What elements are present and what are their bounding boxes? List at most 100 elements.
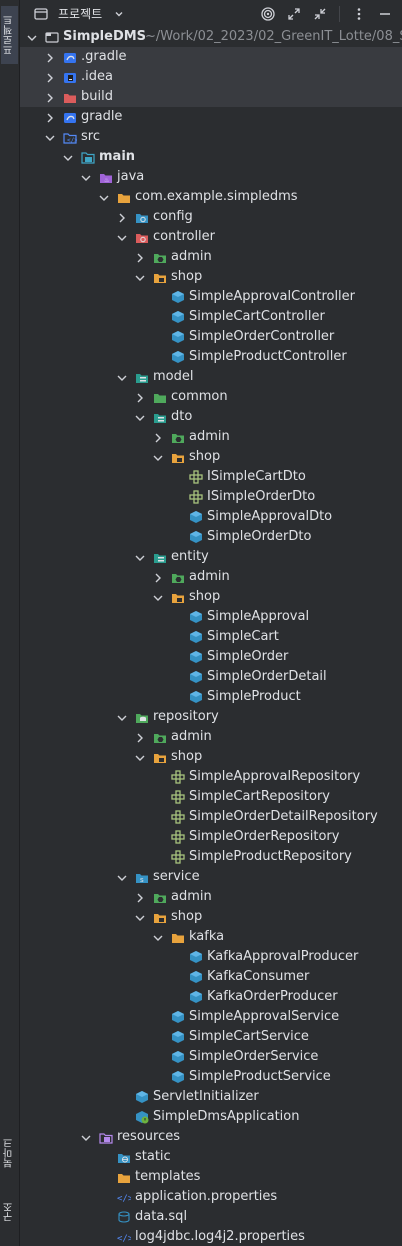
tree-row[interactable]: .idea <box>20 67 402 87</box>
chevron-down-icon[interactable] <box>152 451 164 463</box>
chevron-down-icon[interactable] <box>80 171 92 183</box>
tree-row[interactable]: ServletInitializer <box>20 1087 402 1107</box>
tree-row[interactable]: SimpleOrderController <box>20 327 402 347</box>
chevron-right-icon[interactable] <box>134 251 146 263</box>
tree-row[interactable]: dto <box>20 407 402 427</box>
tree-row[interactable]: SimpleDMS ~/Work/02_2023/02_GreenIT_Lott… <box>20 27 402 47</box>
chevron-down-icon[interactable] <box>152 591 164 603</box>
tree-row[interactable]: SimpleApprovalDto <box>20 507 402 527</box>
tree-row[interactable]: main <box>20 147 402 167</box>
chevron-right-icon[interactable] <box>44 111 56 123</box>
chevron-down-icon[interactable] <box>116 231 128 243</box>
tree-row[interactable]: SimpleDmsApplication <box>20 1107 402 1127</box>
chevron-down-icon[interactable] <box>108 3 130 25</box>
tree-row[interactable]: SimpleOrderService <box>20 1047 402 1067</box>
tree-row[interactable]: shop <box>20 267 402 287</box>
tree-row[interactable]: shop <box>20 907 402 927</box>
chevron-right-icon[interactable] <box>134 891 146 903</box>
tree-row[interactable]: templates <box>20 1167 402 1187</box>
tree-row[interactable]: SimpleApprovalService <box>20 1007 402 1027</box>
tree-row[interactable]: controller <box>20 227 402 247</box>
tree-row[interactable]: admin <box>20 567 402 587</box>
chevron-right-icon[interactable] <box>134 391 146 403</box>
tree-row[interactable]: .gradle <box>20 47 402 67</box>
structure-tool-tab[interactable]: 구조 <box>1 1192 18 1232</box>
chevron-down-icon[interactable] <box>116 711 128 723</box>
chevron-down-icon[interactable] <box>134 751 146 763</box>
chevron-right-icon[interactable] <box>44 71 56 83</box>
chevron-down-icon[interactable] <box>134 271 146 283</box>
tree-row[interactable]: SimpleProductRepository <box>20 847 402 867</box>
chevron-down-icon[interactable] <box>26 31 38 43</box>
chevron-down-icon[interactable] <box>152 931 164 943</box>
locate-icon[interactable] <box>257 3 279 25</box>
tree-row[interactable]: admin <box>20 427 402 447</box>
chevron-down-icon[interactable] <box>116 371 128 383</box>
tree-row[interactable]: admin <box>20 727 402 747</box>
tree-row[interactable]: </> application.properties <box>20 1187 402 1207</box>
tree-row[interactable]: SimpleOrderDto <box>20 527 402 547</box>
tree-row[interactable]: kafka <box>20 927 402 947</box>
tree-row[interactable]: SimpleProduct <box>20 687 402 707</box>
tree-row[interactable]: repository <box>20 707 402 727</box>
tree-row[interactable]: ISimpleCartDto <box>20 467 402 487</box>
tree-row[interactable]: ISimpleOrderDto <box>20 487 402 507</box>
tree-row[interactable]: SimpleProductController <box>20 347 402 367</box>
tree-row[interactable]: KafkaConsumer <box>20 967 402 987</box>
chevron-right-icon[interactable] <box>44 91 56 103</box>
view-selector[interactable]: 프로젝트 <box>30 3 130 25</box>
tree-row[interactable]: KafkaOrderProducer <box>20 987 402 1007</box>
minimize-icon[interactable] <box>374 3 396 25</box>
chevron-right-icon[interactable] <box>152 571 164 583</box>
tree-row[interactable]: common <box>20 387 402 407</box>
tree-row[interactable]: resources <box>20 1127 402 1147</box>
tree-row[interactable]: admin <box>20 887 402 907</box>
bookmarks-tool-tab[interactable]: 북마크 <box>1 1128 18 1178</box>
tree-row[interactable]: model <box>20 367 402 387</box>
tree-row[interactable]: entity <box>20 547 402 567</box>
chevron-down-icon[interactable] <box>116 871 128 883</box>
tree-row[interactable]: SimpleProductService <box>20 1067 402 1087</box>
expand-all-icon[interactable] <box>283 3 305 25</box>
tree-row[interactable]: </> src <box>20 127 402 147</box>
chevron-down-icon[interactable] <box>80 1131 92 1143</box>
tree-row[interactable]: SimpleOrderDetail <box>20 667 402 687</box>
chevron-down-icon[interactable] <box>44 131 56 143</box>
chevron-right-icon[interactable] <box>44 51 56 63</box>
tree-row[interactable]: shop <box>20 587 402 607</box>
tree-row[interactable]: shop <box>20 747 402 767</box>
chevron-right-icon[interactable] <box>116 211 128 223</box>
tree-row[interactable]: gradle <box>20 107 402 127</box>
chevron-right-icon[interactable] <box>134 731 146 743</box>
more-options-icon[interactable] <box>348 3 370 25</box>
tree-row[interactable]: SimpleOrderRepository <box>20 827 402 847</box>
tree-row[interactable]: SimpleApprovalController <box>20 287 402 307</box>
tree-row[interactable]: SimpleCartController <box>20 307 402 327</box>
tree-row[interactable]: SimpleApproval <box>20 607 402 627</box>
tree-row[interactable]: SimpleOrderDetailRepository <box>20 807 402 827</box>
tree-row[interactable]: config <box>20 207 402 227</box>
chevron-right-icon[interactable] <box>152 431 164 443</box>
tree-row[interactable]: static <box>20 1147 402 1167</box>
tree-row[interactable]: s service <box>20 867 402 887</box>
chevron-down-icon[interactable] <box>62 151 74 163</box>
project-tool-tab[interactable]: 프로젝트 <box>1 6 18 64</box>
chevron-down-icon[interactable] <box>134 911 146 923</box>
tree-row[interactable]: SimpleCartService <box>20 1027 402 1047</box>
tree-row[interactable]: SimpleCartRepository <box>20 787 402 807</box>
tree-row[interactable]: build <box>20 87 402 107</box>
chevron-down-icon[interactable] <box>134 411 146 423</box>
tree-row[interactable]: SimpleCart <box>20 627 402 647</box>
chevron-down-icon[interactable] <box>98 191 110 203</box>
tree-row[interactable]: com.example.simpledms <box>20 187 402 207</box>
tree-row[interactable]: SimpleApprovalRepository <box>20 767 402 787</box>
tree-row[interactable]: KafkaApprovalProducer <box>20 947 402 967</box>
chevron-down-icon[interactable] <box>134 551 146 563</box>
tree-row[interactable]: shop <box>20 447 402 467</box>
project-tree[interactable]: SimpleDMS ~/Work/02_2023/02_GreenIT_Lott… <box>20 27 402 1246</box>
tree-row[interactable]: </> log4jdbc.log4j2.properties <box>20 1227 402 1246</box>
tree-row[interactable]: admin <box>20 247 402 267</box>
collapse-all-icon[interactable] <box>309 3 331 25</box>
tree-row[interactable]: ♨ java <box>20 167 402 187</box>
tree-row[interactable]: data.sql <box>20 1207 402 1227</box>
